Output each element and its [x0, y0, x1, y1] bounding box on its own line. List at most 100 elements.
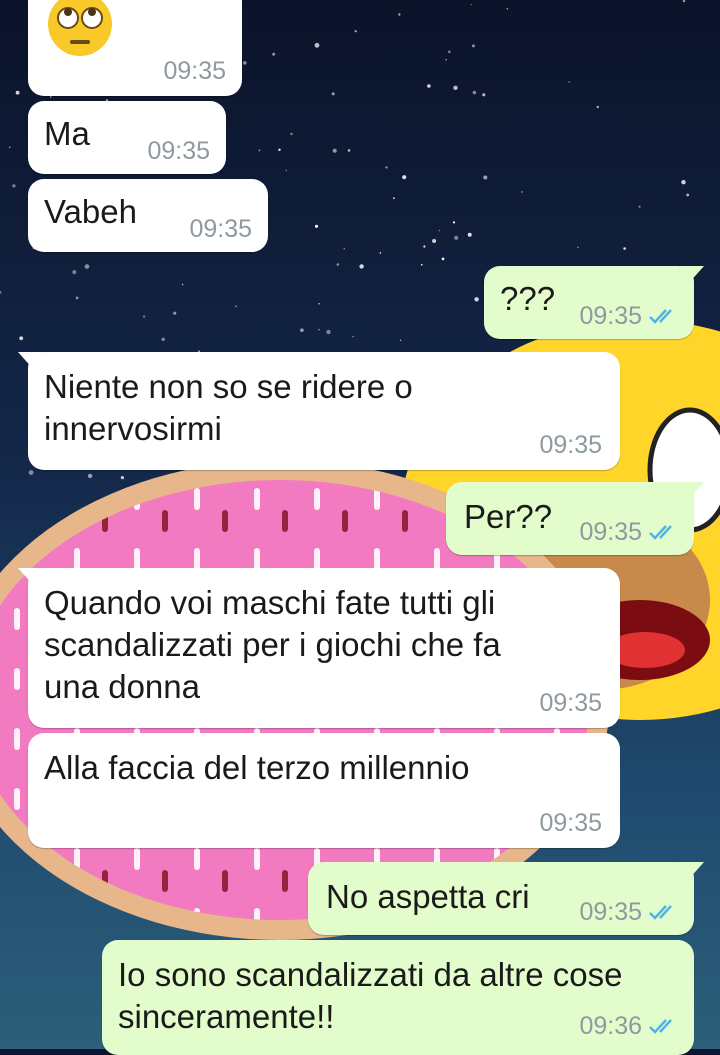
- star: [482, 93, 486, 97]
- message-text: Quando voi maschi fate tutti gli scandal…: [44, 584, 501, 705]
- bubble-tail-icon: [680, 482, 704, 500]
- star: [318, 303, 320, 305]
- message-text: ???: [500, 280, 556, 317]
- read-receipt-icon: [649, 1019, 672, 1034]
- star: [161, 337, 165, 341]
- star: [285, 169, 287, 171]
- star: [314, 42, 320, 48]
- star: [326, 329, 331, 335]
- star: [681, 180, 686, 185]
- star: [336, 263, 340, 266]
- star: [173, 311, 177, 315]
- star: [278, 148, 281, 151]
- read-receipt-icon: [649, 905, 672, 920]
- star: [120, 476, 124, 480]
- star: [343, 248, 345, 250]
- message-timestamp: 09:35: [539, 689, 602, 717]
- message-text: Alla faccia del terzo millennio: [44, 749, 470, 786]
- bubble-tail-icon: [680, 266, 704, 284]
- message-bubble-outgoing[interactable]: No aspetta cri 09:35: [308, 862, 704, 935]
- star: [75, 296, 79, 300]
- star: [423, 245, 426, 248]
- star: [623, 247, 626, 250]
- star: [453, 85, 458, 91]
- message-text: Ma: [44, 115, 90, 152]
- star: [483, 175, 488, 180]
- star: [84, 264, 90, 269]
- star: [181, 283, 184, 286]
- star: [427, 84, 431, 88]
- star: [448, 50, 451, 54]
- message-text: Per??: [464, 498, 553, 535]
- message-bubble-incoming[interactable]: Vabeh 09:35: [28, 179, 268, 252]
- read-receipt-icon: [649, 525, 672, 540]
- star: [568, 81, 571, 83]
- star: [235, 305, 237, 307]
- message-timestamp: 09:35: [579, 898, 642, 926]
- star: [467, 232, 472, 237]
- star: [290, 132, 293, 136]
- star: [596, 105, 599, 109]
- star: [432, 239, 437, 243]
- message-text: Niente non so se ridere o innervosirmi: [44, 368, 413, 447]
- message-text: Io sono scandalizzati da altre cose sinc…: [118, 956, 623, 1035]
- message-timestamp: 09:35: [163, 57, 226, 85]
- star: [28, 470, 34, 475]
- message-bubble-incoming[interactable]: Niente non so se ridere o innervosirmi 0…: [18, 352, 620, 470]
- message-bubble-incoming[interactable]: Alla faccia del terzo millennio 09:35: [28, 733, 620, 848]
- star: [379, 252, 382, 254]
- star: [452, 221, 456, 224]
- star: [402, 175, 407, 180]
- star: [15, 90, 20, 95]
- star: [142, 315, 146, 318]
- bubble-tail-icon: [18, 568, 42, 586]
- star: [318, 329, 320, 331]
- star: [347, 149, 351, 152]
- star: [474, 297, 479, 302]
- star: [472, 90, 477, 95]
- star: [359, 264, 364, 269]
- message-timestamp: 09:35: [539, 809, 602, 837]
- star: [87, 473, 93, 479]
- star: [470, 4, 472, 6]
- star: [272, 52, 276, 56]
- message-bubble-outgoing[interactable]: Per?? 09:35: [446, 482, 704, 555]
- star: [19, 336, 24, 341]
- message-bubble-incoming[interactable]: 09:35: [28, 0, 242, 96]
- message-text: No aspetta cri: [326, 878, 530, 915]
- message-timestamp: 09:35: [189, 215, 252, 243]
- star: [438, 229, 441, 232]
- star: [454, 235, 459, 240]
- star: [471, 44, 475, 48]
- star: [12, 184, 16, 188]
- message-timestamp: 09:36: [579, 1012, 642, 1040]
- message-bubble-incoming[interactable]: Ma 09:35: [28, 101, 226, 174]
- star: [421, 263, 423, 266]
- star: [445, 58, 447, 61]
- star: [385, 166, 388, 169]
- star: [314, 224, 319, 228]
- star: [243, 61, 247, 65]
- star: [300, 328, 304, 333]
- read-receipt-icon: [649, 309, 672, 324]
- star: [506, 8, 509, 10]
- star: [258, 149, 261, 152]
- star: [686, 193, 690, 197]
- bubble-tail-icon: [18, 352, 42, 370]
- star: [393, 197, 395, 200]
- message-timestamp: 09:35: [579, 518, 642, 546]
- message-bubble-outgoing[interactable]: ??? 09:35: [484, 266, 704, 339]
- message-timestamp: 09:35: [147, 137, 210, 165]
- star: [354, 30, 357, 33]
- star: [638, 205, 641, 208]
- star: [441, 257, 445, 261]
- star: [398, 13, 401, 16]
- message-bubble-outgoing[interactable]: Io sono scandalizzati da altre cose sinc…: [102, 940, 694, 1055]
- star: [521, 191, 523, 193]
- star: [682, 0, 686, 3]
- message-bubble-incoming[interactable]: Quando voi maschi fate tutti gli scandal…: [18, 568, 620, 728]
- star: [8, 146, 11, 148]
- message-text: Vabeh: [44, 193, 137, 230]
- star: [50, 96, 52, 98]
- star: [332, 148, 337, 153]
